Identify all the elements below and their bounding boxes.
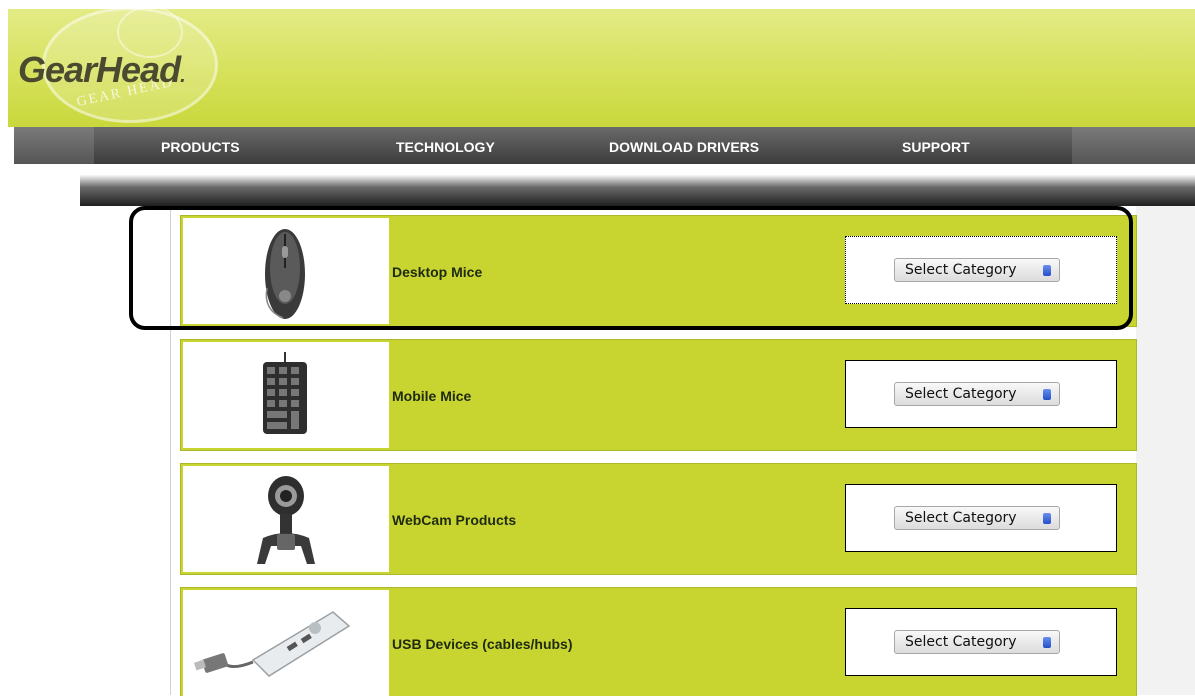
main-nav: PRODUCTS TECHNOLOGY DOWNLOAD DRIVERS SUP… xyxy=(14,127,1195,164)
category-row-mobile-mice: Mobile Mice Select Category xyxy=(180,339,1137,451)
select-category-box: Select Category xyxy=(845,608,1117,676)
dropdown-arrow-icon xyxy=(1043,389,1051,400)
category-label[interactable]: WebCam Products xyxy=(392,512,516,528)
category-label[interactable]: Mobile Mice xyxy=(392,388,471,404)
usb-hub-icon xyxy=(194,611,351,677)
select-category-label: Select Category xyxy=(905,386,1017,402)
select-category-box: Select Category xyxy=(845,360,1117,428)
brand-name: GearHead xyxy=(18,49,181,90)
category-image[interactable] xyxy=(183,342,389,448)
numeric-keypad-icon xyxy=(263,352,307,434)
select-category-label: Select Category xyxy=(905,510,1017,526)
category-image[interactable] xyxy=(183,466,389,572)
nav-item-technology[interactable]: TECHNOLOGY xyxy=(396,139,495,155)
site-header: GEAR HEAD GearHead. xyxy=(8,6,1195,127)
nav-item-products[interactable]: PRODUCTS xyxy=(161,139,240,155)
brand-dot: . xyxy=(180,65,185,87)
select-category-label: Select Category xyxy=(905,634,1017,650)
highlight-outline xyxy=(129,206,1133,330)
select-category-button[interactable]: Select Category xyxy=(894,382,1060,406)
select-category-button[interactable]: Select Category xyxy=(894,630,1060,654)
dropdown-arrow-icon xyxy=(1043,637,1051,648)
dropdown-arrow-icon xyxy=(1043,513,1051,524)
category-row-webcam-products: WebCam Products Select Category xyxy=(180,463,1137,575)
category-label[interactable]: USB Devices (cables/hubs) xyxy=(392,636,573,652)
nav-item-support[interactable]: SUPPORT xyxy=(902,139,970,155)
main-nav-inner: PRODUCTS TECHNOLOGY DOWNLOAD DRIVERS SUP… xyxy=(94,127,1072,164)
content-header-bar xyxy=(80,164,1195,206)
category-image[interactable] xyxy=(183,590,389,696)
right-gutter xyxy=(1136,206,1195,695)
brand-logo[interactable]: GearHead. xyxy=(18,49,186,91)
webcam-icon xyxy=(257,476,315,564)
category-row-usb-devices: USB Devices (cables/hubs) Select Categor… xyxy=(180,587,1137,696)
select-category-box: Select Category xyxy=(845,484,1117,552)
nav-item-download-drivers[interactable]: DOWNLOAD DRIVERS xyxy=(609,139,759,155)
select-category-button[interactable]: Select Category xyxy=(894,506,1060,530)
